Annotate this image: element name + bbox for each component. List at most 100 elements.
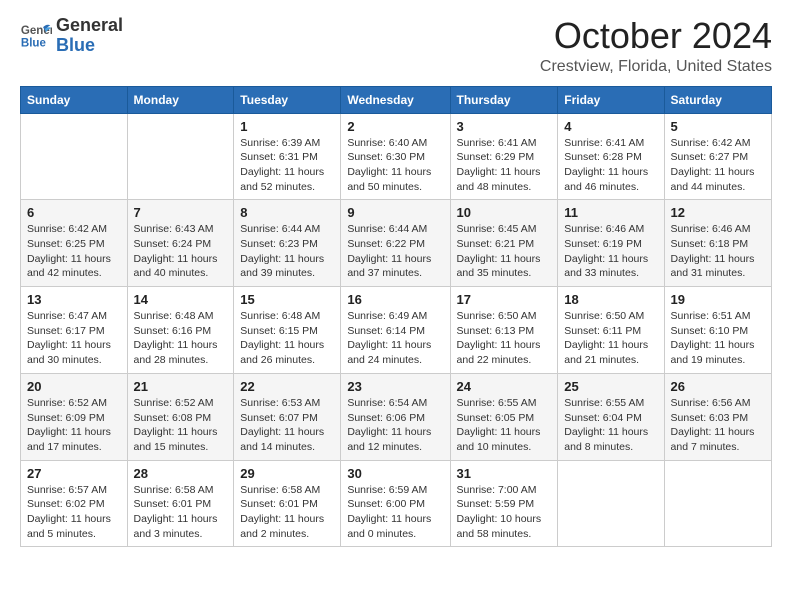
calendar-cell: 12 Sunrise: 6:46 AMSunset: 6:18 PMDayligh… [664,200,771,287]
day-info: Sunrise: 6:40 AMSunset: 6:30 PMDaylight:… [347,136,443,195]
day-number: 18 [564,292,657,307]
calendar-cell: 4Sunrise: 6:41 AMSunset: 6:28 PMDaylight… [558,113,664,200]
calendar-table: SundayMondayTuesdayWednesdayThursdayFrid… [20,86,772,548]
logo-text: General Blue [56,16,123,56]
day-info: Sunrise: 7:00 AMSunset: 5:59 PMDaylight:… [457,483,552,542]
day-number: 20 [27,379,121,394]
calendar-cell: 17 Sunrise: 6:50 AMSunset: 6:13 PMDayligh… [450,287,558,374]
day-info: Sunrise: 6:58 AMSunset: 6:01 PMDaylight:… [240,483,334,542]
calendar-cell: 20 Sunrise: 6:52 AMSunset: 6:09 PMDayligh… [21,373,128,460]
calendar-cell: 30 Sunrise: 6:59 AMSunset: 6:00 PMDayligh… [341,460,450,547]
calendar-cell [664,460,771,547]
calendar-cell: 15 Sunrise: 6:48 AMSunset: 6:15 PMDayligh… [234,287,341,374]
day-info: Sunrise: 6:41 AMSunset: 6:29 PMDaylight:… [457,136,552,195]
calendar-page: General Blue General Blue October 2024 C… [0,0,792,612]
day-info: Sunrise: 6:57 AMSunset: 6:02 PMDaylight:… [27,483,121,542]
calendar-cell: 27 Sunrise: 6:57 AMSunset: 6:02 PMDayligh… [21,460,128,547]
day-info: Sunrise: 6:42 AMSunset: 6:25 PMDaylight:… [27,222,121,281]
day-info: Sunrise: 6:55 AMSunset: 6:04 PMDaylight:… [564,396,657,455]
calendar-cell: 16Sunrise: 6:49 AMSunset: 6:14 PMDayligh… [341,287,450,374]
day-number: 11 [564,205,657,220]
day-info: Sunrise: 6:50 AMSunset: 6:13 PMDaylight:… [457,309,552,368]
day-info: Sunrise: 6:46 AMSunset: 6:18 PMDaylight:… [671,222,765,281]
day-number: 5 [671,119,765,134]
day-of-week-header: Saturday [664,86,771,113]
calendar-cell: 25 Sunrise: 6:55 AMSunset: 6:04 PMDayligh… [558,373,664,460]
day-number: 9 [347,205,443,220]
calendar-cell [21,113,128,200]
calendar-cell: 28 Sunrise: 6:58 AMSunset: 6:01 PMDayligh… [127,460,234,547]
logo-blue: Blue [56,36,123,56]
day-number: 7 [134,205,228,220]
calendar-cell: 3 Sunrise: 6:41 AMSunset: 6:29 PMDaylight… [450,113,558,200]
calendar-cell: 29 Sunrise: 6:58 AMSunset: 6:01 PMDayligh… [234,460,341,547]
day-number: 1 [240,119,334,134]
day-number: 28 [134,466,228,481]
logo: General Blue General Blue [20,16,123,56]
day-number: 21 [134,379,228,394]
day-number: 31 [457,466,552,481]
day-info: Sunrise: 6:42 AMSunset: 6:27 PMDaylight:… [671,136,765,195]
day-info: Sunrise: 6:39 AMSunset: 6:31 PMDaylight:… [240,136,334,195]
day-number: 22 [240,379,334,394]
day-info: Sunrise: 6:50 AMSunset: 6:11 PMDaylight:… [564,309,657,368]
day-number: 26 [671,379,765,394]
day-of-week-header: Sunday [21,86,128,113]
day-number: 14 [134,292,228,307]
day-info: Sunrise: 6:45 AMSunset: 6:21 PMDaylight:… [457,222,552,281]
day-info: Sunrise: 6:52 AMSunset: 6:08 PMDaylight:… [134,396,228,455]
calendar-cell: 8Sunrise: 6:44 AMSunset: 6:23 PMDaylight… [234,200,341,287]
header: General Blue General Blue October 2024 C… [20,16,772,76]
day-info: Sunrise: 6:43 AMSunset: 6:24 PMDaylight:… [134,222,228,281]
day-info: Sunrise: 6:46 AMSunset: 6:19 PMDaylight:… [564,222,657,281]
day-number: 29 [240,466,334,481]
day-info: Sunrise: 6:48 AMSunset: 6:16 PMDaylight:… [134,309,228,368]
calendar-cell: 5 Sunrise: 6:42 AMSunset: 6:27 PMDaylight… [664,113,771,200]
calendar-cell: 13 Sunrise: 6:47 AMSunset: 6:17 PMDayligh… [21,287,128,374]
day-of-week-header: Tuesday [234,86,341,113]
day-info: Sunrise: 6:52 AMSunset: 6:09 PMDaylight:… [27,396,121,455]
month-title: October 2024 [540,16,772,56]
calendar-cell: 26Sunrise: 6:56 AMSunset: 6:03 PMDayligh… [664,373,771,460]
day-of-week-header: Thursday [450,86,558,113]
day-info: Sunrise: 6:58 AMSunset: 6:01 PMDaylight:… [134,483,228,542]
day-number: 17 [457,292,552,307]
day-of-week-header: Monday [127,86,234,113]
day-number: 2 [347,119,443,134]
calendar-cell: 23 Sunrise: 6:54 AMSunset: 6:06 PMDayligh… [341,373,450,460]
day-info: Sunrise: 6:51 AMSunset: 6:10 PMDaylight:… [671,309,765,368]
calendar-cell: 2 Sunrise: 6:40 AMSunset: 6:30 PMDaylight… [341,113,450,200]
day-info: Sunrise: 6:55 AMSunset: 6:05 PMDaylight:… [457,396,552,455]
day-number: 3 [457,119,552,134]
day-info: Sunrise: 6:59 AMSunset: 6:00 PMDaylight:… [347,483,443,542]
calendar-cell: 11 Sunrise: 6:46 AMSunset: 6:19 PMDayligh… [558,200,664,287]
day-number: 8 [240,205,334,220]
day-number: 30 [347,466,443,481]
title-section: October 2024 Crestview, Florida, United … [540,16,772,76]
day-of-week-header: Wednesday [341,86,450,113]
day-number: 10 [457,205,552,220]
calendar-cell [558,460,664,547]
calendar-cell: 21 Sunrise: 6:52 AMSunset: 6:08 PMDayligh… [127,373,234,460]
day-number: 23 [347,379,443,394]
day-number: 6 [27,205,121,220]
day-number: 4 [564,119,657,134]
location-title: Crestview, Florida, United States [540,58,772,76]
day-number: 25 [564,379,657,394]
day-info: Sunrise: 6:47 AMSunset: 6:17 PMDaylight:… [27,309,121,368]
day-number: 19 [671,292,765,307]
day-number: 27 [27,466,121,481]
calendar-cell: 24 Sunrise: 6:55 AMSunset: 6:05 PMDayligh… [450,373,558,460]
day-of-week-header: Friday [558,86,664,113]
day-number: 15 [240,292,334,307]
day-number: 12 [671,205,765,220]
day-info: Sunrise: 6:48 AMSunset: 6:15 PMDaylight:… [240,309,334,368]
day-number: 13 [27,292,121,307]
day-info: Sunrise: 6:53 AMSunset: 6:07 PMDaylight:… [240,396,334,455]
day-info: Sunrise: 6:49 AMSunset: 6:14 PMDaylight:… [347,309,443,368]
day-number: 24 [457,379,552,394]
logo-icon: General Blue [20,20,52,52]
day-info: Sunrise: 6:54 AMSunset: 6:06 PMDaylight:… [347,396,443,455]
calendar-cell: 18 Sunrise: 6:50 AMSunset: 6:11 PMDayligh… [558,287,664,374]
calendar-cell: 19 Sunrise: 6:51 AMSunset: 6:10 PMDayligh… [664,287,771,374]
